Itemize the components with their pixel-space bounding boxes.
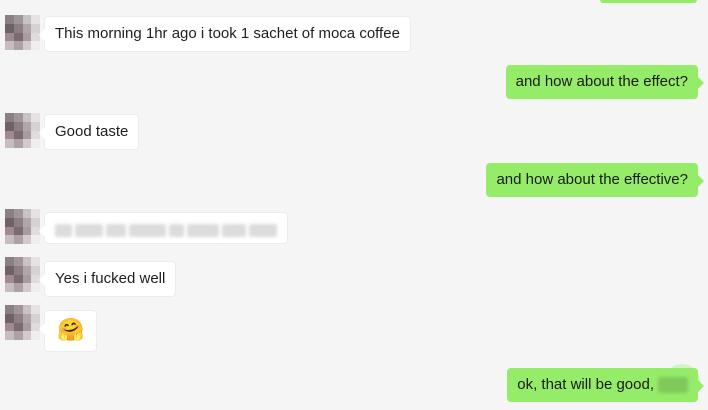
message-text: ok, that will be good, — [517, 376, 654, 393]
contact-avatar[interactable] — [5, 257, 40, 292]
message-text: and how about the effective? — [496, 171, 688, 188]
redacted-text — [55, 220, 277, 240]
partial-outgoing-bubble[interactable] — [600, 0, 697, 3]
contact-avatar[interactable] — [5, 209, 40, 244]
incoming-message-redacted[interactable] — [39, 212, 288, 244]
message-text: Good taste — [55, 123, 129, 140]
contact-avatar[interactable] — [5, 305, 40, 340]
message-text: and how about the effect? — [515, 73, 688, 90]
contact-avatar[interactable] — [5, 113, 40, 148]
incoming-message[interactable]: Good taste — [38, 114, 140, 150]
redacted-pixelation — [658, 377, 688, 394]
outgoing-message[interactable]: and how about the effect? — [505, 65, 705, 99]
incoming-emoji-message[interactable]: 🤗 — [38, 310, 98, 352]
hugging-face-icon: 🤗 — [57, 318, 85, 343]
incoming-message[interactable]: Yes i fucked well — [38, 261, 177, 297]
chat-window: This morning 1hr ago i took 1 sachet of … — [0, 0, 708, 410]
outgoing-message[interactable]: and how about the effective? — [486, 163, 704, 197]
outgoing-message[interactable]: ok, that will be good, — [507, 368, 704, 402]
incoming-message[interactable]: This morning 1hr ago i took 1 sachet of … — [39, 16, 411, 52]
message-text: Yes i fucked well — [55, 270, 166, 287]
message-text: This morning 1hr ago i took 1 sachet of … — [55, 25, 400, 42]
contact-avatar[interactable] — [5, 15, 40, 50]
